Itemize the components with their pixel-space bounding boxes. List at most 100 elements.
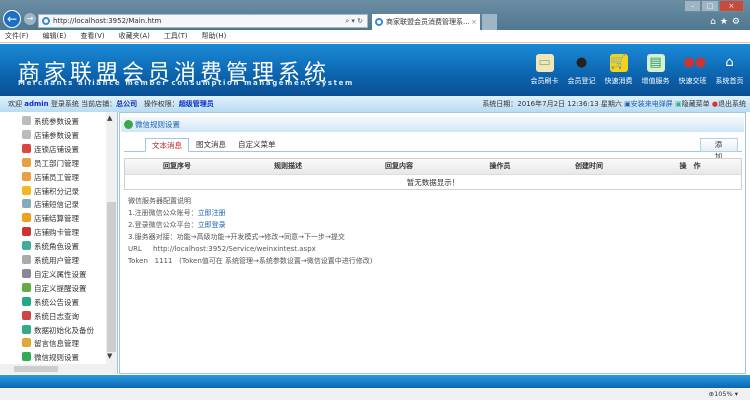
install-link[interactable]: 安装来电弹屏 [631,100,673,108]
sidebar-item-label: 留言信息管理 [34,339,79,349]
app-footer [0,375,750,388]
scroll-down-icon[interactable]: ▼ [107,352,112,360]
sidebar-item[interactable]: 系统公告设置 [22,296,79,309]
sidebar-item[interactable]: 系统用户管理 [22,254,79,267]
users-icon: ●● [683,55,707,70]
sidebar-hscrollbar[interactable] [0,364,117,374]
quick-home[interactable]: ⌂ 系统首页 [713,54,746,86]
forward-button[interactable]: → [24,13,36,25]
url-text: http://localhost:3952/Main.htm [53,17,162,25]
back-button[interactable]: ← [3,10,21,28]
scroll-thumb[interactable] [14,366,58,372]
menu-item-icon [22,199,31,209]
browser-tab[interactable]: 商家联盟会员消费管理系... × [372,14,480,30]
login-link[interactable]: 立即登录 [198,221,226,229]
home-star-gear-icons[interactable]: ⌂★⚙ [710,17,744,27]
info-bar: 欢迎 admin 登录系统 当前店铺：总公司 操作权限：超级管理员 系统日期：2… [0,96,750,112]
menu-item-icon [22,185,31,195]
sidebar-item[interactable]: 连锁店铺设置 [22,143,79,156]
sidebar-item[interactable]: 店铺参数设置 [22,129,79,142]
menu-item-icon [22,171,31,181]
sidebar-item[interactable]: 员工部门管理 [22,157,79,170]
sidebar-item-label: 系统角色设置 [34,242,79,252]
sidebar-item-label: 店铺员工管理 [34,172,79,182]
clipboard-icon: ▤ [646,54,665,72]
close-tab-icon[interactable]: × [471,14,477,30]
menu-item-icon [22,338,31,348]
menu-item-icon [22,255,31,264]
sidebar-vscrollbar[interactable]: ▲ ▼ [106,112,117,364]
zoom-level[interactable]: ⊕105% ▾ [709,388,738,400]
sidebar-item[interactable]: 数据初始化及备份 [22,324,94,337]
main-panel: 微信规则设置 文本消息 图文消息 自定义菜单 添 加 回复序号 规则描述 回复内… [119,112,746,374]
quick-member-swipe[interactable]: ▭ 会员刷卡 [528,54,561,86]
sidebar-item[interactable]: 自定义属性设置 [22,268,87,281]
hide-menu-link[interactable]: 隐藏菜单 [682,100,710,108]
step2-text: 2.登录微信公众平台： [128,221,198,229]
sidebar-item[interactable]: 留言信息管理 [22,337,79,350]
add-button[interactable]: 添 加 [700,138,738,161]
sidebar-item[interactable]: 系统日志查询 [22,310,79,323]
menu-view[interactable]: 查看(V) [80,30,104,42]
new-tab-button[interactable] [482,14,497,30]
sidebar-item[interactable]: 系统角色设置 [22,240,79,253]
sidebar-item[interactable]: 店铺购卡管理 [22,226,79,239]
menu-item-icon [22,282,31,292]
sidebar-item-label: 系统公告设置 [34,297,79,307]
quick-value-added[interactable]: ▤ 增值服务 [639,54,672,86]
token-note: (Token值可在 系统管理→系统参数设置→微信设置中进行修改) [179,257,373,265]
menu-help[interactable]: 帮助(H) [202,30,227,42]
app-subtitle: Merchants alliance member consumption ma… [18,79,354,87]
address-bar[interactable]: http://localhost:3952/Main.htm ⌕ ▾ ↻ [38,14,368,28]
close-button[interactable]: × [718,0,744,12]
menu-bar: 文件(F) 编辑(E) 查看(V) 收藏夹(A) 工具(T) 帮助(H) [0,30,750,43]
tab-custom-menu[interactable]: 自定义菜单 [232,138,282,152]
menu-edit[interactable]: 编辑(E) [43,30,67,42]
menu-item-icon [22,268,31,278]
sidebar-item[interactable]: 系统参数设置 [22,115,79,128]
search-refresh-icon[interactable]: ⌕ ▾ ↻ [345,15,363,27]
tab-text-message[interactable]: 文本消息 [145,138,189,152]
menu-item-icon [22,116,31,125]
maximize-button[interactable]: □ [701,0,719,12]
sidebar-item[interactable]: 店铺积分记录 [22,185,79,198]
card-icon: ▭ [535,54,554,72]
hide-menu-icon: ▣ [675,100,682,108]
menu-favorites[interactable]: 收藏夹(A) [119,30,150,42]
tab-title: 商家联盟会员消费管理系... [386,18,470,26]
token-value: 1111 [154,257,173,265]
minimize-button[interactable]: – [684,0,702,12]
menu-item-icon [22,241,31,251]
menu-tools[interactable]: 工具(T) [164,30,188,42]
sidebar-item[interactable]: 店铺员工管理 [22,171,79,184]
quick-label: 增值服务 [641,77,670,85]
col-rule-desc: 规则描述 [274,162,302,170]
menu-item-icon [22,310,31,320]
menu-item-icon [22,143,31,153]
logout-link[interactable]: 退出系统 [718,100,746,108]
empty-row: 暂无数据显示！ [125,174,741,189]
tab-news-message[interactable]: 图文消息 [190,138,232,152]
quick-member-register[interactable]: ● 会员登记 [565,54,598,86]
sidebar-item-label: 系统用户管理 [34,256,79,265]
ie-icon [375,18,383,26]
quick-consume[interactable]: 🛒 快速消费 [602,54,635,86]
cart-icon: 🛒 [609,54,628,72]
service-url: http://localhost:3952/Service/weinxintes… [153,245,316,253]
window-controls: – □ × [684,0,744,12]
zoom-text: 105% [714,390,733,398]
sidebar: ▲ ▼ 系统参数设置 店铺参数设置 连锁店铺设置 员工部门管理 店铺员工管理 店铺积分记录店… [0,112,118,374]
sidebar-item[interactable]: 自定义提醒设置 [22,282,87,295]
step3-text: 3.服务器对接：功能→高级功能→开发模式→修改→同意→下一步→提交 [128,233,345,241]
quick-shift[interactable]: ●● 快速交班 [676,54,709,86]
sidebar-item[interactable]: 店铺结算管理 [22,212,79,225]
register-link[interactable]: 立即注册 [198,209,226,217]
scroll-up-icon[interactable]: ▲ [107,114,112,122]
menu-file[interactable]: 文件(F) [5,30,29,42]
sidebar-item[interactable]: 店铺短信记录 [22,198,79,211]
sidebar-item[interactable]: 微信规则设置 [22,351,79,364]
sidebar-item-label: 店铺积分记录 [34,186,79,196]
scroll-thumb[interactable] [107,202,116,352]
config-notes: 微信服务器配置说明 1.注册微信公众账号：立即注册 2.登录微信公众平台：立即登… [128,195,372,267]
url-label: URL [128,245,142,253]
